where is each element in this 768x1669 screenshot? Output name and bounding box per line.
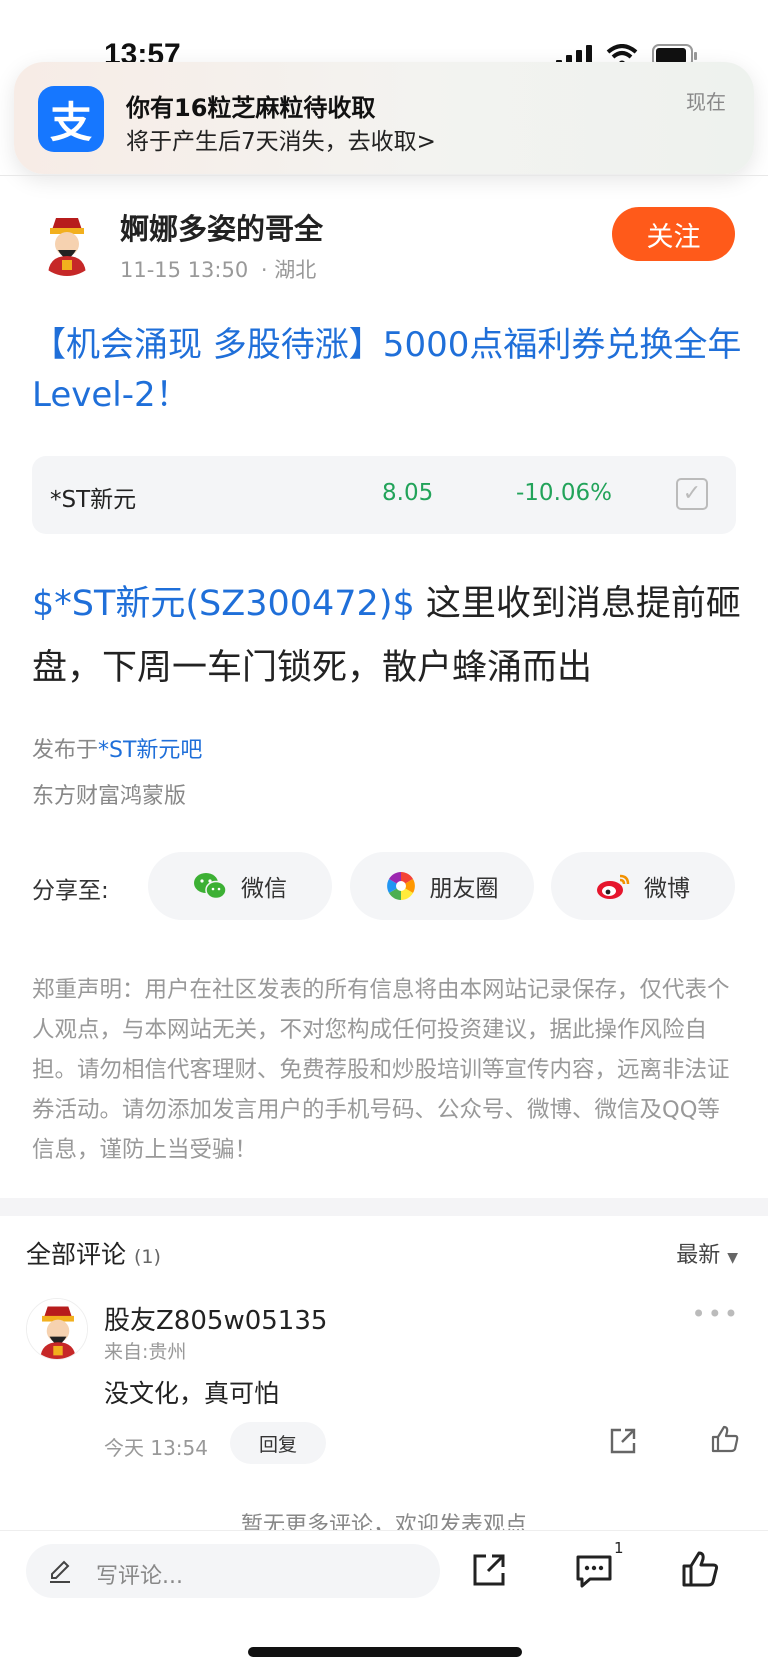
pencil-icon	[50, 1560, 70, 1583]
write-comment-placeholder: 写评论...	[96, 1564, 183, 1589]
share-icon[interactable]	[470, 1551, 508, 1589]
sort-label: 最新	[676, 1243, 721, 1268]
notification-title: 你有16粒芝麻粒待收取	[126, 94, 376, 122]
home-indicator	[248, 1647, 522, 1657]
comment-text: 没文化，真可怕	[104, 1379, 280, 1408]
wechat-icon	[194, 873, 227, 900]
stock-tag-link[interactable]: $*ST新元(SZ300472)$	[32, 584, 415, 624]
section-divider	[0, 1198, 768, 1216]
comment-icon[interactable]	[574, 1551, 614, 1591]
post-location: · 湖北	[260, 258, 317, 282]
header-divider	[0, 175, 768, 176]
notification-banner[interactable]: 支 你有16粒芝麻粒待收取 将于产生后7天消失，去收取> 现在	[14, 62, 754, 174]
post-source: 东方财富鸿蒙版	[32, 784, 187, 809]
bottom-bar: 写评论... 1	[0, 1530, 768, 1669]
follow-button[interactable]: 关注	[612, 207, 735, 261]
moments-icon	[386, 872, 415, 900]
notification-time: 现在	[686, 90, 726, 114]
author-name[interactable]: 婀娜多姿的哥全	[120, 206, 323, 248]
like-icon[interactable]	[680, 1549, 720, 1589]
status-bar: 13:57	[0, 0, 768, 71]
commenter-avatar[interactable]	[26, 1298, 88, 1360]
share-label: 分享至:	[32, 878, 109, 904]
commenter-location: 来自:贵州	[104, 1341, 187, 1363]
share-weibo-label: 微博	[644, 876, 690, 902]
comment-share-icon[interactable]	[608, 1426, 638, 1456]
author-avatar[interactable]	[34, 210, 100, 276]
write-comment-input[interactable]: 写评论...	[26, 1544, 440, 1598]
comments-title-text: 全部评论	[26, 1240, 127, 1269]
share-wechat-button[interactable]: 微信	[148, 852, 332, 920]
published-prefix: 发布于	[32, 738, 99, 763]
share-weibo-button[interactable]: 微博	[551, 852, 735, 920]
more-options-icon[interactable]: •••	[692, 1300, 740, 1328]
weibo-icon	[597, 874, 630, 899]
comment-time: 今天 13:54	[104, 1436, 208, 1460]
promo-title-link[interactable]: 【机会涌现 多股待涨】5000点福利券兑换全年Level-2！	[32, 320, 742, 420]
post-body: $*ST新元(SZ300472)$ 这里收到消息提前砸盘，下周一车门锁死，散户蜂…	[32, 572, 744, 700]
share-moments-label: 朋友圈	[429, 876, 499, 902]
add-watchlist-checkbox[interactable]: ✓	[676, 478, 708, 510]
share-wechat-label: 微信	[241, 876, 287, 902]
stock-card[interactable]: *ST新元 8.05 -10.06% ✓	[32, 456, 736, 534]
stock-name: *ST新元	[50, 487, 137, 513]
stock-change: -10.06%	[516, 480, 612, 506]
chevron-down-icon: ▼	[727, 1250, 738, 1266]
sort-dropdown[interactable]: 最新 ▼	[676, 1237, 738, 1269]
alipay-app-icon: 支	[38, 86, 104, 152]
comment-count-badge: 1	[614, 1539, 624, 1557]
stock-price: 8.05	[382, 480, 434, 506]
post-meta: 11-15 13:50 · 湖北	[120, 254, 316, 284]
comments-count: (1)	[133, 1246, 161, 1268]
published-in: 发布于*ST新元吧	[32, 732, 202, 764]
notification-body: 将于产生后7天消失，去收取>	[126, 129, 436, 155]
disclaimer-text: 郑重声明：用户在社区发表的所有信息将由本网站记录保存，仅代表个人观点，与本网站无…	[32, 977, 730, 1163]
share-moments-button[interactable]: 朋友圈	[350, 852, 534, 920]
post-datetime: 11-15 13:50	[120, 258, 249, 282]
forum-link[interactable]: *ST新元吧	[98, 738, 202, 763]
reply-button[interactable]: 回复	[230, 1422, 326, 1464]
comments-title: 全部评论 (1)	[26, 1235, 161, 1271]
comment-like-icon[interactable]	[710, 1424, 740, 1454]
commenter-name[interactable]: 股友Z805w05135	[104, 1300, 327, 1337]
